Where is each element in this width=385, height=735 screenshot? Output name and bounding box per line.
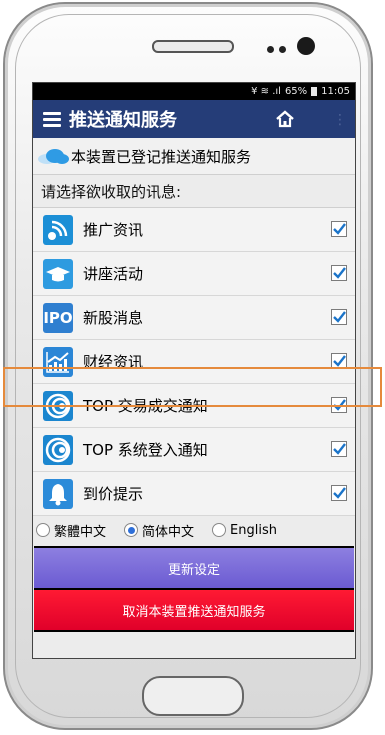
radio-button-selected[interactable] (124, 523, 139, 537)
page-title: 推送通知服务 (69, 110, 177, 131)
list-item[interactable]: TOP 交易成交通知 (33, 384, 355, 428)
top-logo-icon (43, 434, 73, 465)
signal-indicator: ¥ ≋ .ıl (251, 86, 281, 97)
battery-icon (311, 87, 318, 96)
item-checkbox[interactable] (331, 265, 347, 281)
item-checkbox[interactable] (331, 309, 347, 325)
cancel-push-service-button[interactable]: 取消本装置推送通知服务 (34, 590, 354, 632)
list-item[interactable]: TOP 系统登入通知 (33, 428, 355, 472)
home-icon[interactable] (275, 109, 295, 129)
language-label: 简体中文 (142, 524, 195, 540)
broadcast-icon (43, 214, 73, 245)
language-label: 繁體中文 (54, 524, 107, 540)
overflow-menu-icon[interactable]: ⋮ (333, 112, 347, 128)
registration-status: 本装置已登记推送通知服务 (33, 138, 355, 175)
list-item[interactable]: 财经资讯 (33, 340, 355, 384)
screen: ¥ ≋ .ıl 65% 11:05 推送通知服务 ⋮ 本装置已登记推送通知服务 … (32, 82, 356, 659)
item-checkbox[interactable] (331, 485, 347, 501)
cloud-icon (38, 149, 69, 164)
list-item[interactable]: 推广资讯 (33, 208, 355, 252)
list-item[interactable]: IPO 新股消息 (33, 296, 355, 340)
phone-camera (297, 37, 315, 55)
language-option-english[interactable]: English (212, 523, 277, 538)
bell-icon (43, 478, 73, 509)
radio-button[interactable] (36, 523, 50, 537)
graduation-cap-icon (43, 258, 73, 289)
phone-sensor-small-2 (279, 46, 286, 53)
chart-icon (43, 346, 73, 377)
clock: 11:05 (321, 86, 350, 97)
item-label: 推广资讯 (83, 221, 144, 239)
item-label: TOP 系统登入通知 (83, 441, 208, 459)
language-selector: 繁體中文 简体中文 English (33, 516, 355, 544)
item-label: TOP 交易成交通知 (83, 397, 208, 415)
list-item[interactable]: 讲座活动 (33, 252, 355, 296)
item-label: 财经资讯 (83, 353, 144, 371)
item-checkbox[interactable] (331, 441, 347, 457)
choose-label: 请选择欲收取的讯息: (33, 175, 355, 208)
language-option-traditional[interactable]: 繁體中文 (36, 521, 106, 540)
app-bar: 推送通知服务 ⋮ (33, 100, 355, 138)
language-label: English (230, 522, 277, 538)
item-label: 讲座活动 (83, 265, 144, 283)
battery-level: 65% (284, 86, 308, 97)
menu-icon[interactable] (43, 111, 61, 127)
status-bar: ¥ ≋ .ıl 65% 11:05 (33, 83, 355, 100)
phone-home-button[interactable] (142, 676, 244, 716)
top-logo-icon (43, 390, 73, 421)
item-checkbox[interactable] (331, 353, 347, 369)
ipo-icon: IPO (43, 302, 73, 333)
item-checkbox[interactable] (331, 397, 347, 413)
ipo-icon-text: IPO (43, 308, 73, 327)
update-settings-button[interactable]: 更新设定 (34, 546, 354, 590)
item-label: 新股消息 (83, 309, 144, 327)
item-checkbox[interactable] (331, 221, 347, 237)
phone-sensor-small (267, 46, 274, 53)
item-label: 到价提示 (83, 485, 144, 503)
radio-button[interactable] (212, 523, 227, 537)
registration-text: 本装置已登记推送通知服务 (71, 147, 252, 166)
language-option-simplified[interactable]: 简体中文 (124, 521, 194, 540)
list-item[interactable]: 到价提示 (33, 472, 355, 516)
phone-speaker (152, 40, 234, 53)
notification-list: 推广资讯 讲座活动 IPO 新股消息 财经资讯 TOP 交易成交通知 TOP 系… (33, 208, 355, 516)
